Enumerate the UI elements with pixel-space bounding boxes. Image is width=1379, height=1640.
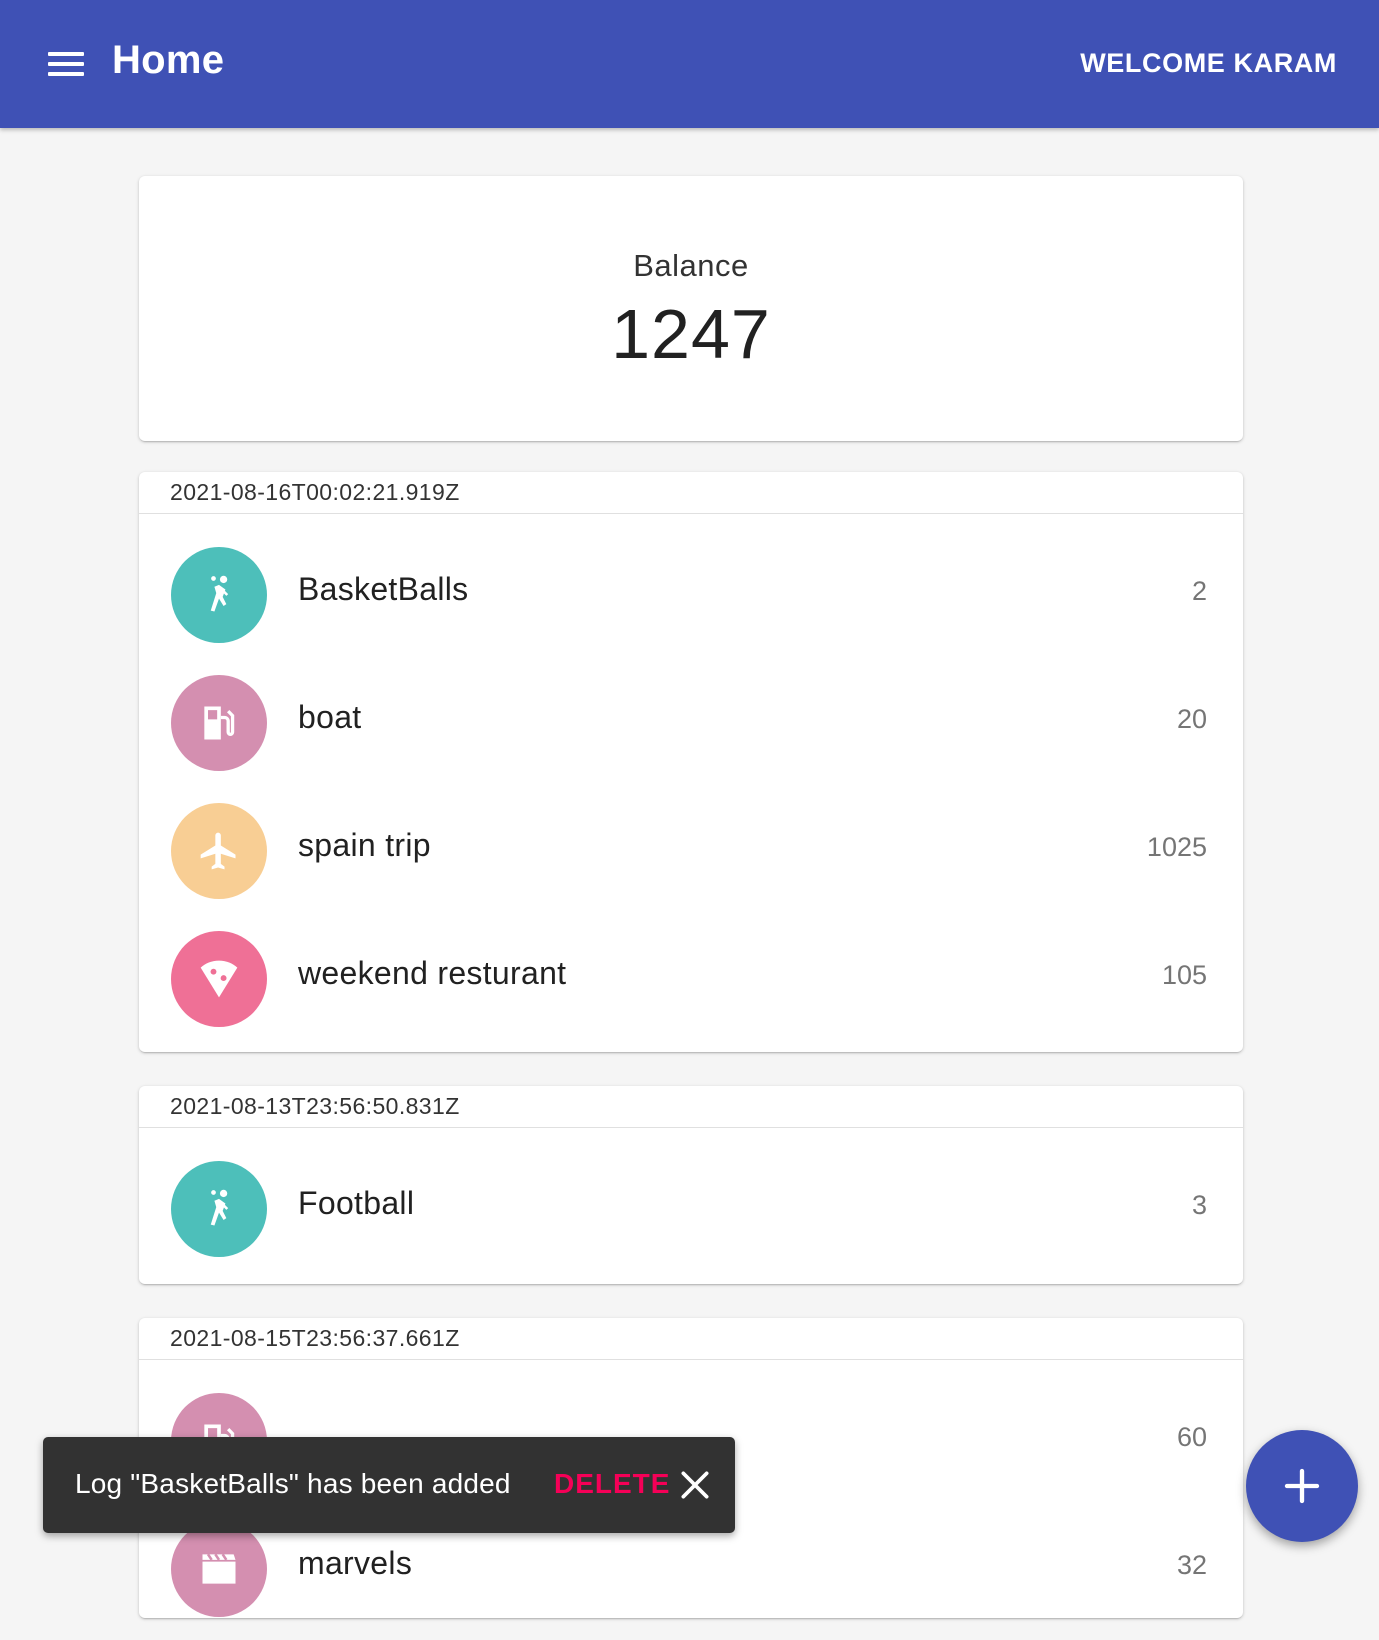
item-value: 2: [1191, 576, 1207, 606]
item-value: 32: [1176, 1550, 1207, 1580]
item-name: marvels: [298, 1545, 413, 1581]
list-item[interactable]: Football 3: [139, 1152, 1243, 1280]
list-item[interactable]: weekend resturant 105: [139, 922, 1243, 1050]
fuel-icon: [171, 675, 267, 771]
list-item[interactable]: boat 20: [139, 666, 1243, 794]
pizza-icon: [171, 931, 267, 1027]
item-value: 1025: [1146, 832, 1207, 862]
item-name: weekend resturant: [298, 955, 567, 991]
close-icon[interactable]: [675, 1465, 715, 1505]
balance-label: Balance: [633, 248, 749, 283]
delete-button[interactable]: DELETE: [554, 1468, 670, 1500]
sports-icon: [171, 1161, 267, 1257]
page-title: Home: [112, 38, 225, 82]
add-log-button[interactable]: [1246, 1430, 1358, 1542]
log-card: 2021-08-16T00:02:21.919Z BasketBalls 2 b…: [139, 472, 1243, 1052]
airplane-icon: [171, 803, 267, 899]
list-item[interactable]: BasketBalls 2: [139, 538, 1243, 666]
log-card: 2021-08-13T23:56:50.831Z Football 3: [139, 1086, 1243, 1284]
menu-icon[interactable]: [40, 42, 88, 86]
item-name: boat: [298, 699, 362, 735]
plus-icon: [1284, 1468, 1320, 1504]
movie-icon: [171, 1521, 267, 1617]
app-bar: Home WELCOME KARAM: [0, 0, 1379, 128]
item-value: 20: [1176, 704, 1207, 734]
item-name: Football: [298, 1185, 415, 1221]
item-value: 105: [1161, 960, 1207, 990]
item-value: 3: [1191, 1190, 1207, 1220]
item-name: BasketBalls: [298, 571, 469, 607]
welcome-button[interactable]: WELCOME KARAM: [1080, 48, 1337, 79]
balance-card: Balance 1247: [139, 176, 1243, 441]
sports-icon: [171, 547, 267, 643]
balance-amount: 1247: [611, 295, 771, 373]
snackbar-message: Log "BasketBalls" has been added: [75, 1468, 511, 1499]
log-date: 2021-08-15T23:56:37.661Z: [139, 1318, 1243, 1360]
snackbar: Log "BasketBalls" has been added DELETE: [43, 1437, 735, 1533]
log-date: 2021-08-13T23:56:50.831Z: [139, 1086, 1243, 1128]
item-value: 60: [1176, 1422, 1207, 1452]
item-name: spain trip: [298, 827, 431, 863]
list-item[interactable]: spain trip 1025: [139, 794, 1243, 922]
log-date: 2021-08-16T00:02:21.919Z: [139, 472, 1243, 514]
